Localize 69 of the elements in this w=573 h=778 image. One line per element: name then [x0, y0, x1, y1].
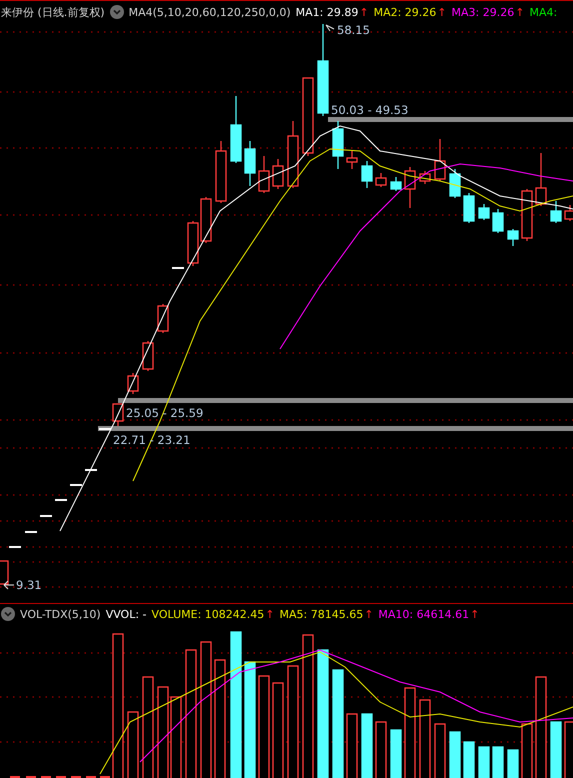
rise-arrow: ↑ [515, 6, 524, 18]
volume-bar [361, 713, 373, 778]
candlestick [244, 141, 256, 186]
candlestick [550, 201, 562, 223]
candlestick [434, 139, 446, 181]
indicator-value: VOLUME: 108242.45 [152, 608, 264, 620]
indicator-value: MA10: 64614.61 [378, 608, 470, 620]
candlestick [70, 484, 82, 486]
dropdown-icon[interactable] [1, 607, 15, 621]
volume-bar [478, 746, 490, 778]
volume-bar [390, 729, 402, 778]
candlestick [157, 304, 169, 333]
indicator-name: VOL-TDX(5,10) [20, 608, 101, 620]
candlestick [361, 161, 373, 188]
candlestick [258, 156, 270, 193]
candlestick [127, 373, 139, 394]
candlestick [375, 173, 387, 187]
candlestick [55, 499, 67, 501]
price-label: 25.05 - 25.59 [126, 406, 204, 420]
candlestick [419, 171, 431, 184]
price-label: 58.15 [337, 23, 370, 37]
candlestick [272, 159, 284, 189]
candlestick [287, 121, 299, 188]
candlestick [112, 403, 124, 426]
indicator-name: MA4(5,10,20,60,120,250,0,0) [128, 6, 291, 18]
candlestick [463, 193, 475, 223]
indicator-value: VVOL: - [106, 608, 147, 620]
rise-arrow: ↑ [470, 608, 480, 620]
candlestick [449, 169, 461, 198]
candlestick [521, 189, 533, 241]
dropdown-icon[interactable] [110, 5, 124, 19]
rise-arrow: ↑ [265, 608, 274, 620]
candlestick [346, 151, 358, 169]
pointer-icon [326, 24, 334, 32]
volume-bar [550, 721, 562, 778]
candlestick [25, 531, 37, 533]
candlestick [390, 177, 402, 191]
candlestick [492, 209, 504, 233]
rise-arrow: ↑ [359, 6, 369, 18]
rise-arrow: ↑ [437, 6, 447, 18]
candlestick [507, 229, 519, 246]
rise-arrow: ↑ [364, 608, 374, 620]
volume-bar [492, 746, 504, 778]
volume-bar [449, 731, 461, 778]
price-label: 50.03 - 49.53 [331, 103, 408, 117]
candlestick [40, 515, 52, 517]
volume-bar [463, 741, 475, 778]
indicator-value: MA2: 29.26 [374, 6, 436, 18]
candlestick [332, 121, 344, 169]
indicator-value: MA5: 78145.65 [279, 608, 364, 620]
indicator-value: MA4: [529, 6, 558, 18]
candlestick [230, 96, 242, 163]
volume-bar [507, 749, 519, 778]
candlestick [142, 341, 154, 371]
candlestick [9, 546, 21, 548]
indicator-value: MA3: 29.26 [452, 6, 514, 18]
candlestick [187, 221, 199, 266]
candlestick [478, 204, 490, 220]
price-label: 9.31 [16, 578, 42, 592]
candlestick [404, 167, 416, 208]
candlestick [172, 267, 184, 269]
candlestick [535, 153, 547, 206]
candlestick [215, 141, 227, 203]
candlestick [200, 197, 212, 243]
indicator-value: MA1: 29.89 [296, 6, 358, 18]
stock-title: 来伊份 (日线.前复权) [1, 4, 105, 20]
candlestick [99, 428, 111, 430]
candlestick [85, 469, 97, 471]
pointer-icon [4, 580, 14, 590]
